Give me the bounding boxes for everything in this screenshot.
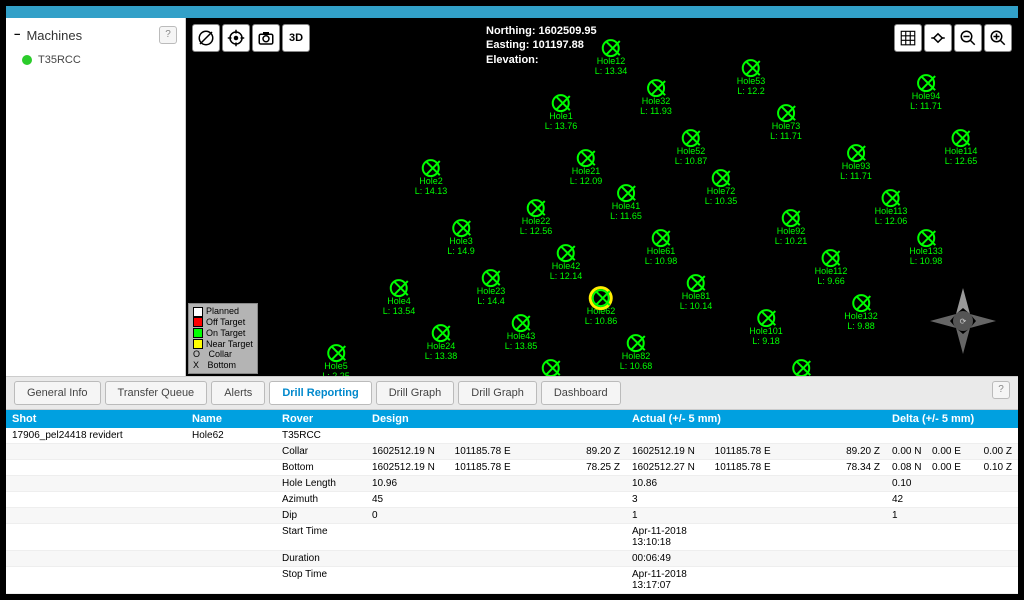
table-row: Duration00:06:49 xyxy=(6,551,1018,567)
col-header-actual: Actual (+/- 5 mm) xyxy=(626,410,886,428)
tab-general-info[interactable]: General Info xyxy=(14,381,101,405)
tab-dashboard[interactable]: Dashboard xyxy=(541,381,621,405)
table-row: Start TimeApr-11-2018 13:10:18 xyxy=(6,524,1018,551)
hole-marker[interactable]: Hole114L: 12.65 xyxy=(945,129,978,167)
zoom-out-icon[interactable] xyxy=(954,24,982,52)
table-row: Collar1602512.19 N101185.78 E89.20 Z1602… xyxy=(6,444,1018,460)
satellite-icon[interactable] xyxy=(924,24,952,52)
drill-report-table: Shot Name Rover Design Actual (+/- 5 mm)… xyxy=(6,409,1018,594)
hole-marker[interactable]: Hole63L: 12.32 xyxy=(535,359,568,376)
hole-value: Hole62 xyxy=(186,428,276,443)
sidebar: − Machines ? T35RCC xyxy=(6,18,186,376)
table-row: Stop TimeApr-11-2018 13:17:07 xyxy=(6,567,1018,594)
col-header-shot: Shot xyxy=(6,410,186,428)
hole-marker[interactable]: Hole73L: 11.71 xyxy=(770,104,802,142)
hole-marker[interactable]: Hole132L: 9.88 xyxy=(844,294,878,332)
compass-icon[interactable]: ⟳ xyxy=(928,286,998,356)
map-toolbar-right xyxy=(894,24,1012,52)
table-row: Hole Length10.9610.860.10 xyxy=(6,476,1018,492)
hole-marker[interactable]: Hole21L: 12.09 xyxy=(570,149,603,187)
collapse-toggle[interactable]: − xyxy=(14,29,20,41)
tab-transfer-queue[interactable]: Transfer Queue xyxy=(105,381,208,405)
hole-marker[interactable]: Hole23L: 14.4 xyxy=(477,269,506,307)
hole-marker[interactable]: Hole12L: 13.34 xyxy=(595,39,628,77)
col-header-design: Design xyxy=(366,410,626,428)
tab-drill-reporting[interactable]: Drill Reporting xyxy=(269,381,371,405)
hole-marker[interactable]: Hole24L: 13.38 xyxy=(425,324,458,362)
hole-marker[interactable]: Hole61L: 10.98 xyxy=(645,229,678,267)
hole-marker[interactable]: Hole2L: 14.13 xyxy=(415,159,448,197)
legend: Planned Off Target On Target Near Target… xyxy=(188,303,258,374)
table-row: Bottom1602512.19 N101185.78 E78.25 Z1602… xyxy=(6,460,1018,476)
table-row: Azimuth45342 xyxy=(6,492,1018,508)
hole-marker[interactable]: Hole52L: 10.87 xyxy=(675,129,708,167)
rover-value: T35RCC xyxy=(276,428,366,443)
col-header-rover: Rover xyxy=(276,410,366,428)
map-canvas[interactable]: 3D Northing: 1602509.95 Easting: 101197.… xyxy=(186,18,1018,376)
hole-marker[interactable]: Hole43L: 13.85 xyxy=(505,314,538,352)
machine-name: T35RCC xyxy=(38,54,81,66)
coordinate-overlay: Northing: 1602509.95 Easting: 101197.88 … xyxy=(486,24,597,67)
hole-marker[interactable]: Hole1L: 13.76 xyxy=(545,94,578,132)
hole-marker[interactable]: Hole62L: 10.86 xyxy=(585,289,618,327)
tab-drill-graph[interactable]: Drill Graph xyxy=(376,381,455,405)
hole-marker[interactable]: Hole72L: 10.35 xyxy=(705,169,738,207)
sidebar-title: Machines xyxy=(26,28,82,43)
hole-marker[interactable]: Hole94L: 11.71 xyxy=(910,74,942,112)
hole-marker[interactable]: Hole93L: 11.71 xyxy=(840,144,872,182)
hole-marker[interactable]: Hole22L: 12.56 xyxy=(520,199,553,237)
col-header-delta: Delta (+/- 5 mm) xyxy=(886,410,1018,428)
hole-marker[interactable]: Hole113L: 12.06 xyxy=(875,189,908,227)
grid-icon[interactable] xyxy=(894,24,922,52)
3d-icon[interactable]: 3D xyxy=(282,24,310,52)
zoom-in-icon[interactable] xyxy=(984,24,1012,52)
title-bar xyxy=(6,6,1018,18)
hole-marker[interactable]: Hole42L: 12.14 xyxy=(550,244,583,282)
hole-marker[interactable]: Hole81L: 10.14 xyxy=(680,274,713,312)
help-button[interactable]: ? xyxy=(992,381,1010,399)
hole-marker[interactable]: Hole92L: 10.21 xyxy=(775,209,808,247)
col-header-name: Name xyxy=(186,410,276,428)
hole-marker[interactable]: Hole5L: 2.25 xyxy=(322,344,350,376)
target-icon[interactable] xyxy=(222,24,250,52)
shot-value: 17906_pel24418 revidert xyxy=(6,428,186,443)
svg-text:⟳: ⟳ xyxy=(960,317,967,326)
tab-alerts[interactable]: Alerts xyxy=(211,381,265,405)
camera-icon[interactable] xyxy=(252,24,280,52)
map-toolbar-left: 3D xyxy=(192,24,310,52)
hole-marker[interactable]: Hole32L: 11.93 xyxy=(640,79,672,117)
hole-marker[interactable]: Hole112L: 9.66 xyxy=(815,249,848,287)
hole-marker[interactable]: Hole121L: 7.71 xyxy=(784,359,818,376)
table-row: Dip011 xyxy=(6,508,1018,524)
status-dot-icon xyxy=(22,55,32,65)
hole-marker[interactable]: Hole82L: 10.68 xyxy=(620,334,653,372)
hole-marker[interactable]: Hole53L: 12.2 xyxy=(737,59,766,97)
tab-strip: General InfoTransfer QueueAlertsDrill Re… xyxy=(6,376,1018,409)
hole-marker[interactable]: Hole101L: 9.18 xyxy=(749,309,783,347)
hole-marker[interactable]: Hole133L: 10.98 xyxy=(909,229,943,267)
machine-item[interactable]: T35RCC xyxy=(14,54,177,66)
hole-marker[interactable]: Hole41L: 11.65 xyxy=(610,184,642,222)
hole-marker[interactable]: Hole4L: 13.54 xyxy=(383,279,416,317)
help-button[interactable]: ? xyxy=(159,26,177,44)
hole-marker[interactable]: Hole3L: 14.9 xyxy=(447,219,475,257)
null-circle-icon[interactable] xyxy=(192,24,220,52)
tab-drill-graph[interactable]: Drill Graph xyxy=(458,381,537,405)
